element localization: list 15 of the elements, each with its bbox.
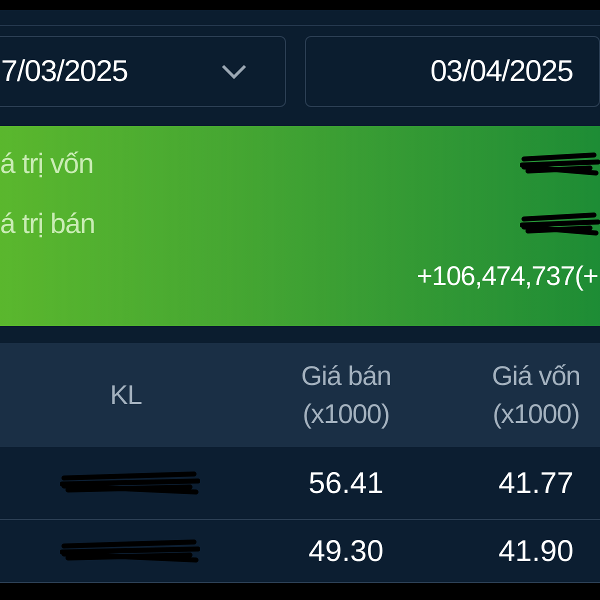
column-header: KL <box>109 379 143 412</box>
date-to-field[interactable]: 03/04/2025 <box>304 36 600 107</box>
summary-label: á trị bán <box>0 207 95 241</box>
table-cell-text: 41.77 <box>497 466 575 502</box>
column-header: Giá bán (x1000) <box>300 360 392 431</box>
profit-value: +106,474,737(+ <box>416 260 598 293</box>
summary-label: á trị vốn <box>0 147 94 181</box>
chevron-down-icon <box>220 64 247 80</box>
date-to-value: 03/04/2025 <box>430 54 573 90</box>
date-from-value: 7/03/2025 <box>1 54 128 90</box>
table-cell-text: 56.41 <box>307 466 385 502</box>
table-cell-text: 41.90 <box>497 534 575 570</box>
table-cell-text: 49.30 <box>307 534 385 570</box>
column-header: Giá vốn (x1000) <box>490 360 582 431</box>
date-from-dropdown[interactable]: 7/03/2025 <box>0 36 286 107</box>
